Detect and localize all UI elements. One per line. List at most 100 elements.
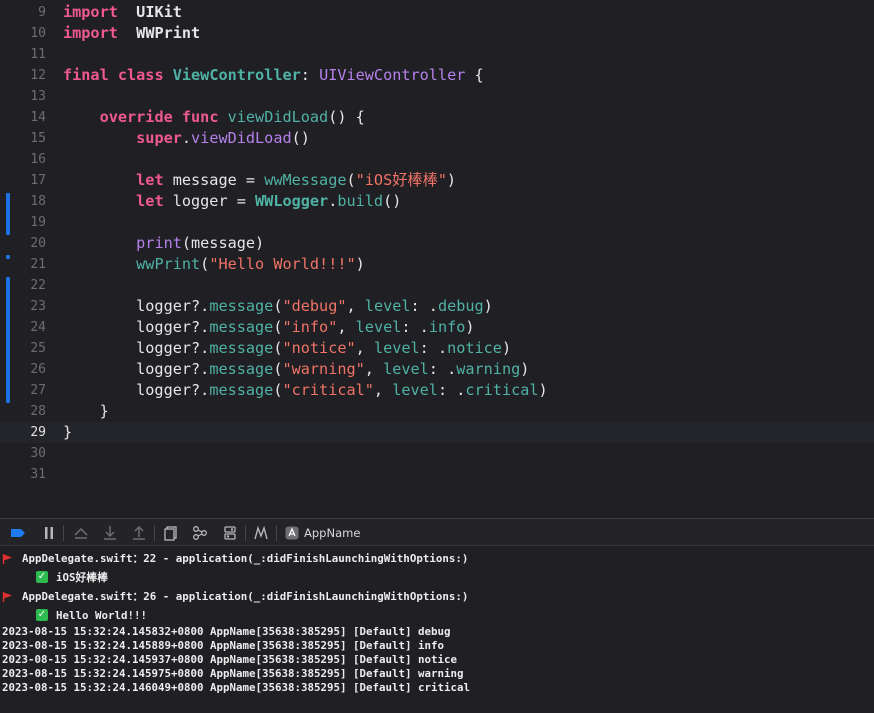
code-line[interactable]: 22 <box>0 275 874 296</box>
code-line[interactable]: 29} <box>0 422 874 443</box>
code-token: logger = <box>163 192 256 210</box>
step-over-icon[interactable] <box>73 525 89 541</box>
line-number: 13 <box>30 89 46 104</box>
code-line[interactable]: 26 logger?.message("warning", level: .wa… <box>0 359 874 380</box>
code-token: ) <box>538 381 548 399</box>
breakpoints-toggle-icon[interactable] <box>10 525 26 541</box>
code-token: wwMessage <box>264 171 347 189</box>
code-text[interactable]: logger?.message("debug", level: .debug) <box>63 296 493 317</box>
code-text[interactable]: logger?.message("notice", level: .notice… <box>63 338 511 359</box>
process-name[interactable]: AppName <box>304 519 360 547</box>
code-token: let <box>136 171 164 189</box>
code-token: viewDidLoad <box>191 129 292 147</box>
code-text[interactable]: import UIKit <box>63 2 182 23</box>
code-token: message <box>209 318 274 336</box>
code-line[interactable]: 16 <box>0 149 874 170</box>
source-editor[interactable]: 9 import UIKit 10 import WWPrint 11 12 final c… <box>0 0 874 518</box>
code-text[interactable]: import WWPrint <box>63 23 200 44</box>
code-text[interactable]: } <box>63 401 109 422</box>
line-number: 26 <box>30 362 46 377</box>
code-token: func <box>181 108 219 126</box>
code-token: : . <box>401 318 429 336</box>
code-token: } <box>63 402 109 420</box>
code-token: print <box>136 234 182 252</box>
code-token: . <box>328 192 338 210</box>
code-token: , <box>364 360 384 378</box>
code-token: ( <box>200 255 210 273</box>
code-line[interactable]: 13 <box>0 86 874 107</box>
code-line[interactable]: 12 final class ViewController: UIViewCont… <box>0 65 874 86</box>
code-text[interactable]: logger?.message("critical", level: .crit… <box>63 380 548 401</box>
code-text[interactable]: logger?.message("warning", level: .warni… <box>63 359 529 380</box>
green-check-icon: ✓ <box>36 609 48 621</box>
code-token: , <box>337 318 356 336</box>
code-line[interactable]: 24 logger?.message("info", level: .info) <box>0 317 874 338</box>
code-token: ViewController <box>172 66 301 84</box>
line-number: 24 <box>30 320 46 335</box>
code-line[interactable]: 15 super.viewDidLoad() <box>0 128 874 149</box>
environment-overrides-icon[interactable] <box>222 525 238 541</box>
debug-console[interactable]: AppDelegate.swift：22 - application(_:did… <box>0 546 874 713</box>
step-into-icon[interactable] <box>102 525 118 541</box>
view-hierarchy-icon[interactable] <box>163 525 179 541</box>
code-text[interactable]: print(message) <box>63 233 264 254</box>
code-line[interactable]: 11 <box>0 44 874 65</box>
line-number: 23 <box>30 299 46 314</box>
code-line[interactable]: 9 import UIKit <box>0 2 874 23</box>
code-text[interactable]: override func viewDidLoad() { <box>63 107 365 128</box>
code-token: ) <box>446 171 457 189</box>
code-token: import <box>63 24 118 42</box>
code-text[interactable]: let logger = WWLogger.build() <box>63 191 401 212</box>
code-line[interactable]: 19 <box>0 212 874 233</box>
toolbar-separator <box>63 525 64 541</box>
line-number: 28 <box>30 404 46 419</box>
console-text: iOS好棒棒 <box>56 571 108 584</box>
code-line[interactable]: 20 print(message) <box>0 233 874 254</box>
code-line[interactable]: 27 logger?.message("critical", level: .c… <box>0 380 874 401</box>
console-text: Hello World!!! <box>56 609 148 622</box>
console-text: 2023-08-15 15:32:24.145889+0800 AppName[… <box>2 639 445 652</box>
line-number: 20 <box>30 236 46 251</box>
code-text[interactable]: super.viewDidLoad() <box>63 128 310 149</box>
code-line[interactable]: 18 let logger = WWLogger.build() <box>0 191 874 212</box>
code-line[interactable]: 25 logger?.message("notice", level: .not… <box>0 338 874 359</box>
code-line[interactable]: 17 let message = wwMessage("iOS好棒棒") <box>0 170 874 191</box>
simulate-location-icon[interactable] <box>253 525 269 541</box>
code-line[interactable]: 28 } <box>0 401 874 422</box>
code-token: level <box>373 339 420 357</box>
code-text[interactable]: let message = wwMessage("iOS好棒棒") <box>63 170 456 191</box>
code-line[interactable]: 21 wwPrint("Hello World!!!") <box>0 254 874 275</box>
console-text: 2023-08-15 15:32:24.145832+0800 AppName[… <box>2 625 451 638</box>
line-number: 31 <box>30 467 46 482</box>
line-number: 30 <box>30 446 46 461</box>
code-line[interactable]: 14 override func viewDidLoad() { <box>0 107 874 128</box>
console-text: AppDelegate.swift：22 - application(_:did… <box>22 552 469 565</box>
pause-icon[interactable] <box>41 525 57 541</box>
memory-graph-icon[interactable] <box>192 525 208 541</box>
code-line[interactable]: 30 <box>0 443 874 464</box>
line-number: 18 <box>30 194 46 209</box>
code-token: "notice" <box>282 339 356 357</box>
code-line[interactable]: 23 logger?.message("debug", level: .debu… <box>0 296 874 317</box>
code-text[interactable]: wwPrint("Hello World!!!") <box>63 254 365 275</box>
line-number: 15 <box>30 131 46 146</box>
code-line[interactable]: 10 import WWPrint <box>0 23 874 44</box>
code-token: . <box>181 129 192 147</box>
code-line[interactable]: 31 <box>0 464 874 485</box>
code-text[interactable]: final class ViewController: UIViewContro… <box>63 65 484 86</box>
code-token: build <box>337 192 384 210</box>
code-text[interactable]: } <box>63 422 72 443</box>
line-number: 9 <box>38 5 46 20</box>
code-token: logger?. <box>63 381 210 399</box>
code-token: viewDidLoad <box>227 108 329 126</box>
line-number: 11 <box>30 47 46 62</box>
step-out-icon[interactable] <box>131 525 147 541</box>
console-text: 2023-08-15 15:32:24.146049+0800 AppName[… <box>2 681 471 694</box>
code-text[interactable]: logger?.message("info", level: .info) <box>63 317 474 338</box>
